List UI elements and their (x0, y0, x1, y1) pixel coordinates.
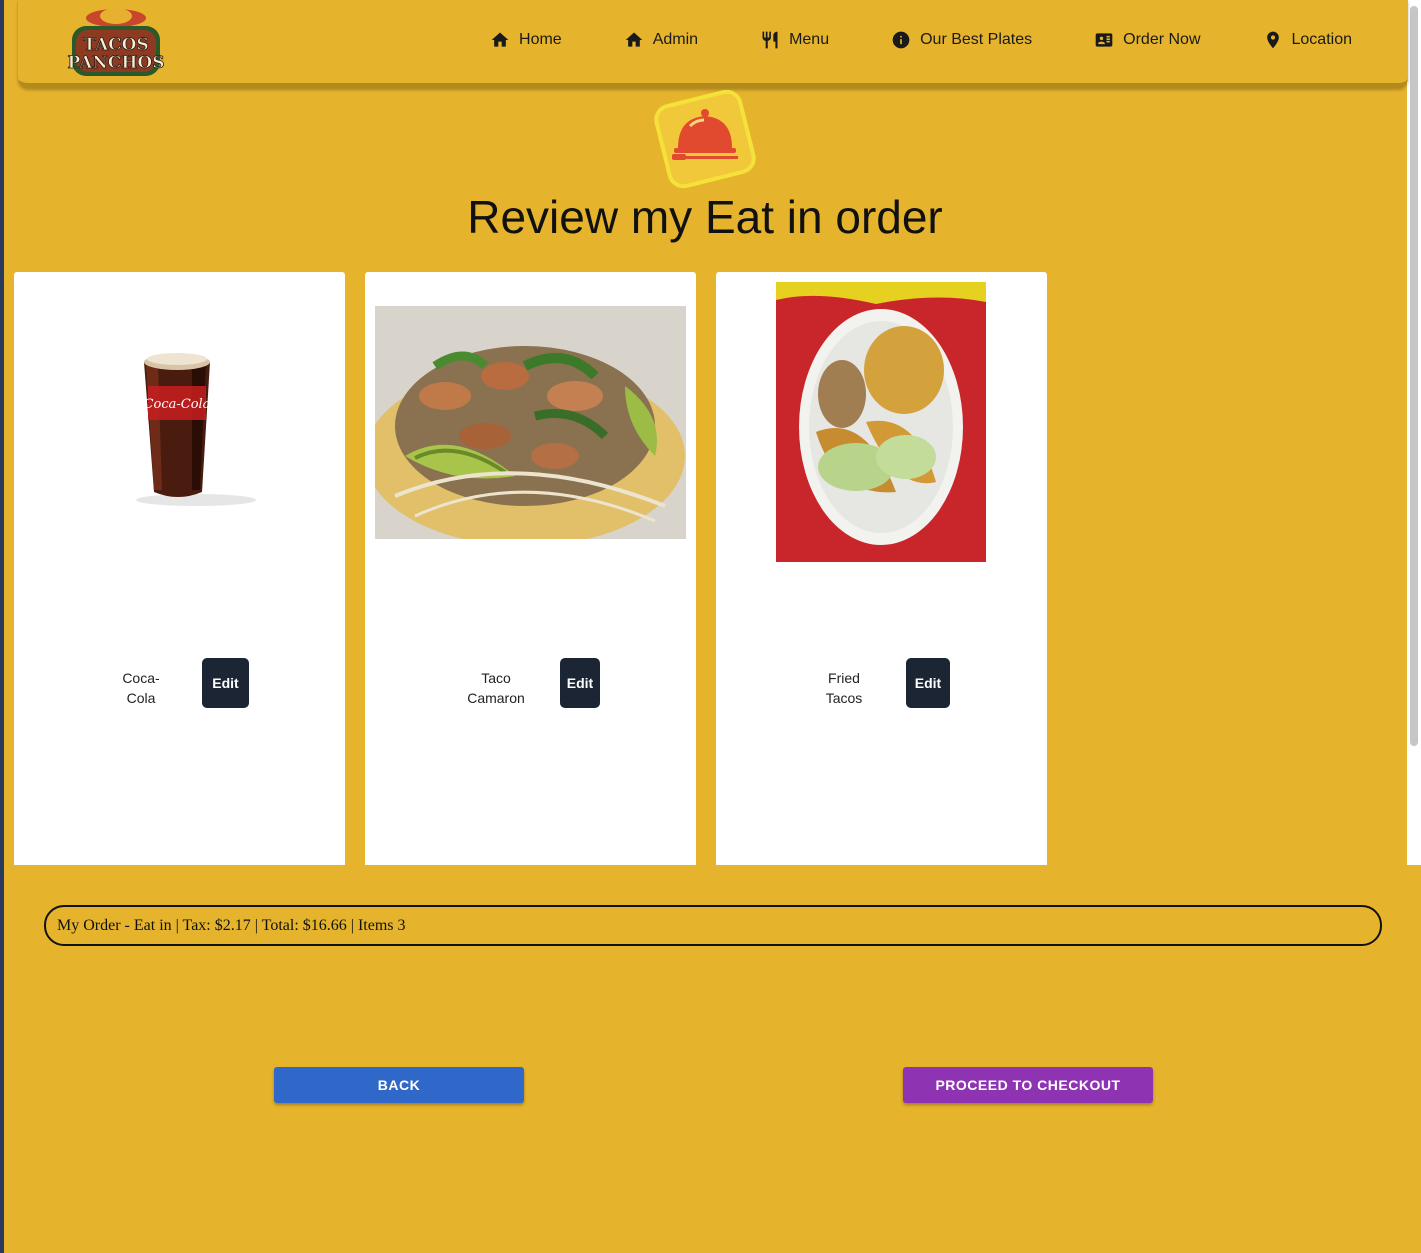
item-name-line1: Taco (481, 670, 511, 686)
svg-text:Coca-Cola: Coca-Cola (144, 397, 211, 412)
nav-location-label: Location (1291, 31, 1353, 48)
nav-best-plates[interactable]: Our Best Plates (891, 30, 1032, 50)
edit-item-button[interactable]: Edit (560, 658, 600, 708)
order-item-card: Coca-Cola Coca- Cola Edit (14, 272, 345, 865)
item-name-line1: Coca- (122, 670, 160, 686)
nav-order-now-label: Order Now (1123, 31, 1201, 48)
scrollbar[interactable] (1407, 0, 1421, 865)
coca-cola-glass-image: Coca-Cola (136, 353, 256, 506)
home-icon (491, 32, 509, 47)
info-icon (892, 31, 910, 49)
top-navbar: TACOS PANCHOS Home Admin Menu Our Best P… (18, 0, 1408, 88)
serving-cloche-icon (654, 90, 756, 189)
page-title: Review my Eat in order (467, 191, 943, 243)
home-icon (625, 32, 643, 47)
tacos-panchos-logo[interactable]: TACOS PANCHOS (66, 4, 166, 80)
edit-item-button[interactable]: Edit (202, 658, 249, 708)
main-nav: Home Admin Menu Our Best Plates Order No… (428, 30, 1352, 50)
id-card-icon (1095, 33, 1113, 47)
order-item-card: Fried Tacos Edit (716, 272, 1047, 865)
fried-tacos-plate-image (776, 282, 986, 562)
back-button[interactable]: BACK (274, 1067, 524, 1103)
svg-text:TACOS: TACOS (83, 35, 149, 55)
map-pin-icon (1266, 31, 1279, 49)
order-item-card: Taco Camaron Edit (365, 272, 696, 865)
item-name: Fried Tacos (804, 668, 884, 708)
nav-location[interactable]: Location (1263, 30, 1353, 50)
taco-camaron-image (375, 306, 686, 539)
nav-home[interactable]: Home (490, 30, 562, 50)
item-name: Taco Camaron (456, 668, 536, 708)
window-edge (0, 0, 4, 1253)
nav-home-label: Home (519, 31, 562, 48)
order-summary: My Order - Eat in | Tax: $2.17 | Total: … (44, 905, 1382, 946)
nav-menu[interactable]: Menu (760, 30, 829, 50)
item-name-line1: Fried (828, 670, 860, 686)
item-name-line2: Cola (126, 690, 156, 706)
item-name-line2: Camaron (467, 690, 525, 706)
nav-best-plates-label: Our Best Plates (920, 31, 1033, 48)
nav-menu-label: Menu (789, 31, 830, 48)
item-name: Coca- Cola (101, 668, 181, 708)
item-name-line2: Tacos (825, 690, 863, 706)
edit-item-button[interactable]: Edit (906, 658, 950, 708)
nav-admin[interactable]: Admin (624, 30, 698, 50)
scrollbar-thumb[interactable] (1410, 6, 1418, 746)
nav-order-now[interactable]: Order Now (1094, 30, 1201, 50)
svg-text:PANCHOS: PANCHOS (68, 53, 165, 73)
nav-admin-label: Admin (652, 31, 699, 48)
utensils-icon (762, 31, 778, 49)
proceed-to-checkout-button[interactable]: PROCEED TO CHECKOUT (903, 1067, 1153, 1103)
